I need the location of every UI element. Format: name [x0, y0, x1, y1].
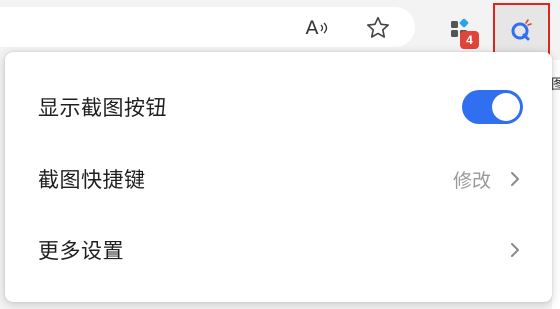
- screenshot-shortcut-label: 截图快捷键: [38, 168, 146, 192]
- show-screenshot-button-label: 显示截图按钮: [38, 96, 167, 120]
- chevron-right-icon: [511, 243, 519, 257]
- screenshot-settings-popup: 显示截图按钮 截图快捷键 修改 更多设置: [5, 52, 552, 302]
- extensions-count-badge: 4: [460, 31, 479, 49]
- toggle-knob: [492, 93, 520, 121]
- browser-toolbar: A 4: [0, 0, 560, 56]
- screenshot-extension-icon: [511, 18, 532, 40]
- favorite-star-icon[interactable]: [360, 12, 396, 44]
- screenshot-extension-button[interactable]: [493, 3, 550, 56]
- sound-waves-icon: [320, 22, 327, 34]
- read-aloud-icon[interactable]: A: [300, 12, 336, 44]
- more-settings-row[interactable]: 更多设置: [5, 215, 552, 285]
- page-edge-text: 图: [551, 77, 560, 93]
- page-background-edge: [552, 60, 560, 309]
- more-settings-label: 更多设置: [38, 239, 124, 263]
- screenshot-shortcut-row[interactable]: 截图快捷键 修改: [5, 144, 552, 214]
- show-screenshot-button-row[interactable]: 显示截图按钮: [5, 72, 552, 142]
- address-bar[interactable]: [0, 7, 415, 47]
- chevron-right-icon: [511, 172, 519, 186]
- modify-shortcut-link[interactable]: 修改: [453, 166, 491, 193]
- show-screenshot-button-toggle[interactable]: [462, 90, 523, 124]
